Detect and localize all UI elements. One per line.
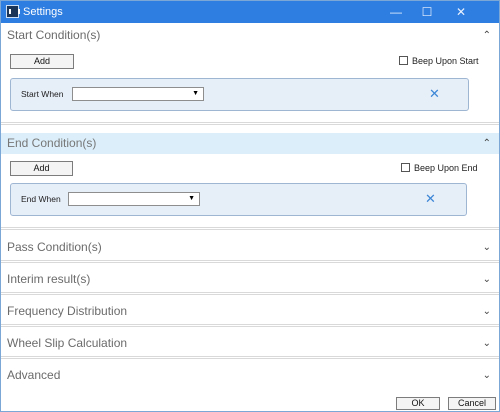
- chevron-up-icon: ⌃: [482, 138, 491, 149]
- maximize-button[interactable]: ☐: [412, 1, 442, 23]
- end-when-label: End When: [21, 194, 61, 204]
- add-end-condition-button[interactable]: Add: [10, 161, 73, 176]
- section-title: Interim result(s): [7, 272, 91, 286]
- section-title: End Condition(s): [7, 136, 97, 150]
- section-divider: [1, 292, 499, 295]
- minimize-button[interactable]: —: [381, 1, 411, 23]
- section-title: Wheel Slip Calculation: [7, 336, 128, 350]
- close-button[interactable]: ✕: [446, 1, 476, 23]
- section-header-pass-conditions[interactable]: Pass Condition(s) ⌄: [1, 237, 499, 258]
- ok-button[interactable]: OK: [396, 397, 440, 410]
- section-title: Pass Condition(s): [7, 240, 102, 254]
- chevron-down-icon: ⌄: [482, 370, 491, 381]
- section-divider: [1, 356, 499, 359]
- section-divider: [1, 324, 499, 327]
- dropdown-arrow-icon: ▼: [192, 90, 199, 97]
- chevron-down-icon: ⌄: [482, 338, 491, 349]
- remove-condition-icon[interactable]: ✕: [425, 191, 436, 207]
- title-bar: Settings — ☐ ✕: [1, 1, 499, 23]
- settings-window: Settings — ☐ ✕ Start Condition(s) ⌃ Add …: [0, 0, 500, 412]
- beep-upon-start-checkbox[interactable]: Beep Upon Start: [399, 56, 479, 67]
- section-divider: [1, 122, 499, 125]
- section-header-start-conditions[interactable]: Start Condition(s) ⌃: [1, 25, 499, 46]
- app-icon: [6, 5, 20, 18]
- section-header-interim-results[interactable]: Interim result(s) ⌄: [1, 269, 499, 290]
- start-when-dropdown[interactable]: ▼: [72, 87, 204, 101]
- cancel-button[interactable]: Cancel: [448, 397, 496, 410]
- section-header-wheel-slip-calculation[interactable]: Wheel Slip Calculation ⌄: [1, 333, 499, 354]
- chevron-up-icon: ⌃: [482, 30, 491, 41]
- section-divider: [1, 227, 499, 230]
- section-header-end-conditions[interactable]: End Condition(s) ⌃: [1, 133, 499, 154]
- beep-upon-end-checkbox[interactable]: Beep Upon End: [401, 163, 478, 174]
- section-title: Start Condition(s): [7, 28, 101, 42]
- section-title: Advanced: [7, 368, 61, 382]
- chevron-down-icon: ⌄: [482, 274, 491, 285]
- section-divider: [1, 260, 499, 263]
- start-condition-row: Start When ▼ ✕: [10, 78, 469, 111]
- add-start-condition-button[interactable]: Add: [10, 54, 74, 69]
- chevron-down-icon: ⌄: [482, 306, 491, 317]
- checkbox-box[interactable]: [401, 163, 410, 172]
- end-when-dropdown[interactable]: ▼: [68, 192, 200, 206]
- checkbox-label: Beep Upon End: [414, 163, 478, 173]
- chevron-down-icon: ⌄: [482, 242, 491, 253]
- checkbox-label: Beep Upon Start: [412, 56, 479, 66]
- section-title: Frequency Distribution: [7, 304, 128, 318]
- section-header-advanced[interactable]: Advanced ⌄: [1, 365, 499, 386]
- section-header-frequency-distribution[interactable]: Frequency Distribution ⌄: [1, 301, 499, 322]
- dropdown-arrow-icon: ▼: [188, 195, 195, 202]
- start-when-label: Start When: [21, 89, 64, 99]
- end-condition-row: End When ▼ ✕: [10, 183, 467, 216]
- window-title: Settings: [23, 6, 63, 18]
- remove-condition-icon[interactable]: ✕: [429, 86, 440, 102]
- checkbox-box[interactable]: [399, 56, 408, 65]
